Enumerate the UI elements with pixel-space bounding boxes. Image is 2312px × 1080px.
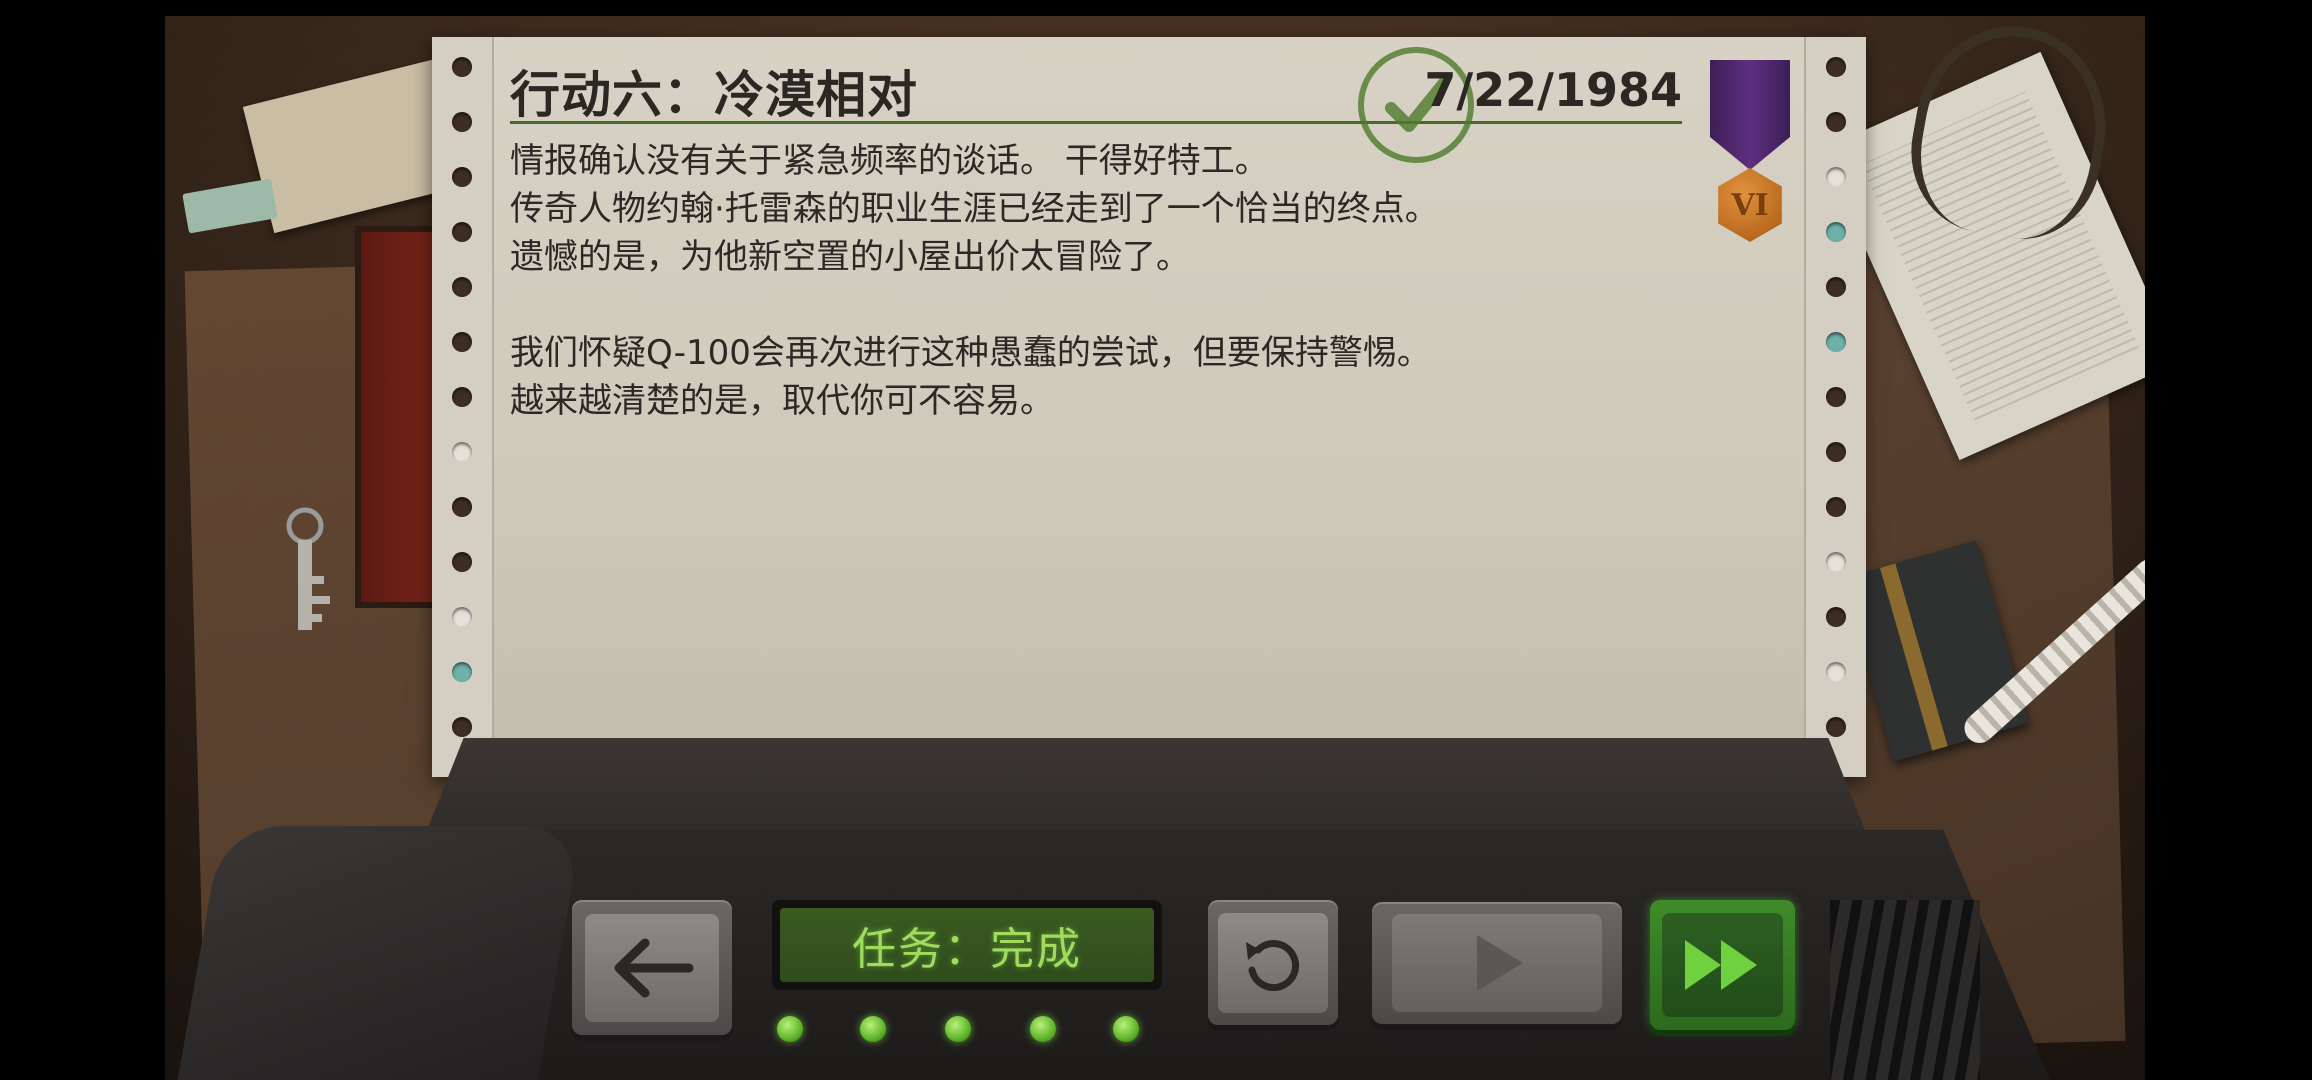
replay-icon (1246, 939, 1300, 991)
progress-led (777, 1016, 803, 1042)
fast-forward-button[interactable] (1650, 900, 1795, 1030)
clip-object (182, 178, 278, 234)
feed-hole (452, 662, 472, 682)
report-header: 行动六：冷漠相对 7/22/1984 (510, 47, 1682, 163)
feed-hole (1826, 607, 1846, 627)
replay-button[interactable] (1208, 900, 1338, 1025)
play-button[interactable] (1372, 902, 1622, 1024)
progress-led (1113, 1016, 1139, 1042)
mission-status-text: 任务：完成 (780, 908, 1154, 982)
feed-hole (1826, 552, 1846, 572)
medal-ribbon (1710, 60, 1790, 170)
progress-led (945, 1016, 971, 1042)
feed-hole (1826, 222, 1846, 242)
play-icon (1477, 935, 1523, 991)
medal-badge: VI (1718, 168, 1782, 242)
feed-hole (1826, 497, 1846, 517)
feed-hole (452, 222, 472, 242)
feed-hole (1826, 112, 1846, 132)
mission-report-paper: 行动六：冷漠相对 7/22/1984 情报确认没有关于紧急频率的谈话。 干得好特… (432, 37, 1866, 777)
feed-hole (452, 717, 472, 737)
back-button[interactable] (572, 900, 732, 1035)
feed-strip-left (432, 37, 494, 777)
feed-hole (1826, 167, 1846, 187)
mission-title: 行动六：冷漠相对 (510, 66, 918, 124)
phone-handset (177, 826, 583, 1080)
rank-medal-icon: VI (1710, 60, 1790, 260)
feed-hole (452, 552, 472, 572)
report-line: 遗憾的是，为他新空置的小屋出价太冒险了。 (510, 237, 1190, 277)
feed-hole (1826, 277, 1846, 297)
mission-date: 7/22/1984 (1424, 63, 1682, 117)
feed-hole (452, 497, 472, 517)
report-line: 我们怀疑Q-100会再次进行这种愚蠢的尝试，但要保持警惕。 (510, 333, 1431, 373)
feed-hole (1826, 662, 1846, 682)
feed-hole (1826, 57, 1846, 77)
report-line: 情报确认没有关于紧急频率的谈话。 干得好特工。 (510, 141, 1269, 181)
fast-forward-icon (1685, 940, 1758, 990)
feed-hole (452, 167, 472, 187)
speaker-vent (1830, 900, 1980, 1080)
feed-hole (1826, 442, 1846, 462)
feed-hole (452, 332, 472, 352)
progress-led (1030, 1016, 1056, 1042)
status-display: 任务：完成 (772, 900, 1162, 990)
feed-hole (452, 277, 472, 297)
feed-hole (452, 442, 472, 462)
feed-hole (452, 607, 472, 627)
report-body: 情报确认没有关于紧急频率的谈话。 干得好特工。 传奇人物约翰·托雷森的职业生涯已… (510, 137, 1682, 425)
feed-hole (452, 387, 472, 407)
feed-hole (1826, 332, 1846, 352)
report-line: 越来越清楚的是，取代你可不容易。 (510, 381, 1054, 421)
feed-hole (1826, 717, 1846, 737)
progress-led (860, 1016, 886, 1042)
feed-hole (452, 57, 472, 77)
report-line: 传奇人物约翰·托雷森的职业生涯已经走到了一个恰当的终点。 (510, 189, 1439, 229)
feed-strip-right (1804, 37, 1866, 777)
feed-hole (452, 112, 472, 132)
keys-icon (286, 507, 330, 630)
arrow-left-icon (614, 938, 694, 997)
feed-hole (1826, 387, 1846, 407)
